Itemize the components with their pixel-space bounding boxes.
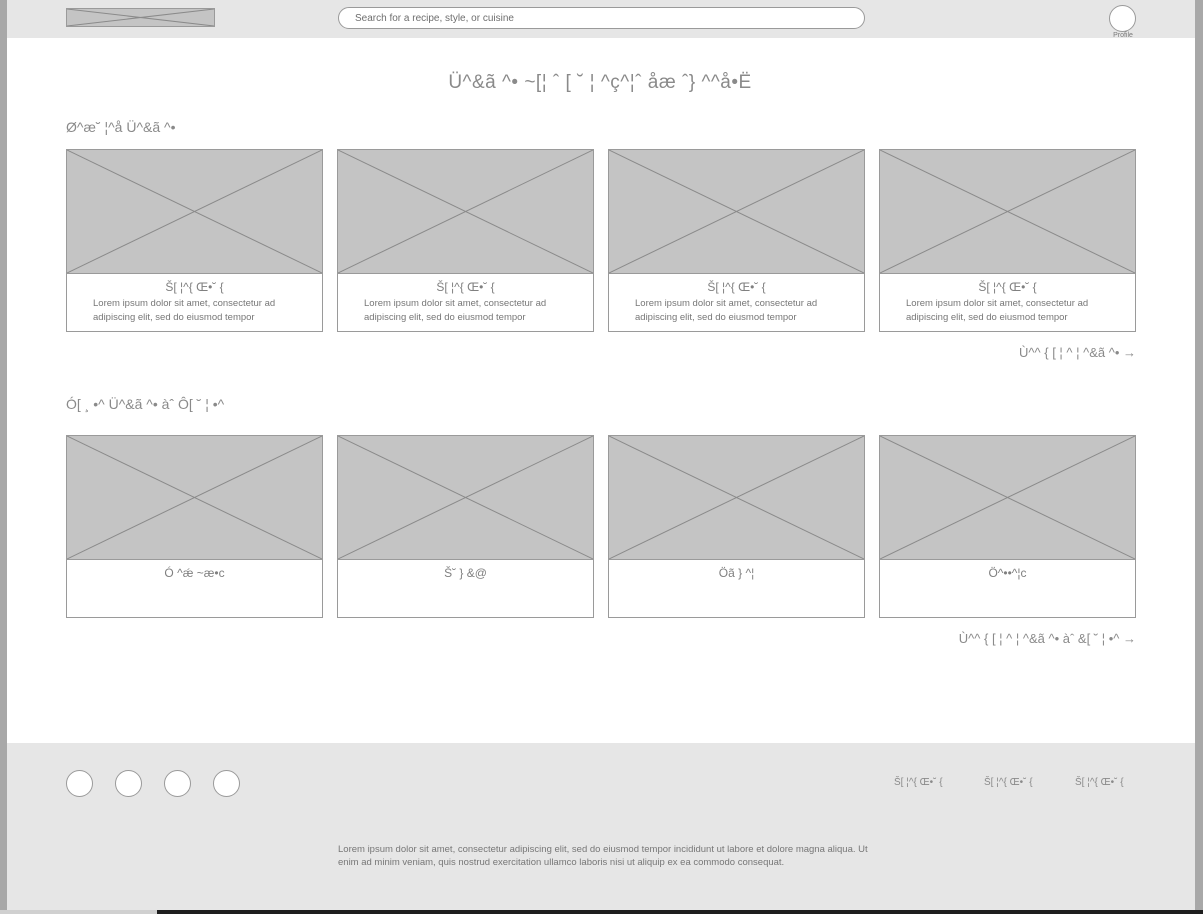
course-card-title: Ó ^ǽ ~æ•c	[164, 566, 225, 580]
taskbar-strip	[157, 910, 1203, 914]
recipe-card[interactable]: Š[ ¦^{ Œ•˘ { Lorem ipsum dolor sit amet,…	[337, 149, 594, 332]
popular-recipe-grid: Š[ ¦^{ Œ•˘ { Lorem ipsum dolor sit amet,…	[66, 149, 1136, 332]
footer-link[interactable]: Š[ ¦^{ Œ•˘ {	[1075, 777, 1124, 788]
course-image-placeholder	[67, 436, 322, 560]
image-placeholder-icon	[338, 436, 593, 559]
image-placeholder-icon	[880, 150, 1135, 273]
course-image-placeholder	[609, 436, 864, 560]
social-icon[interactable]	[115, 770, 142, 797]
course-card-title: Öã } ^¦	[718, 566, 755, 580]
course-card[interactable]: Š˘ } &@	[337, 435, 594, 618]
logo-image-icon	[67, 9, 214, 26]
logo-placeholder[interactable]	[66, 8, 215, 27]
image-placeholder-icon	[880, 436, 1135, 559]
window-bottom-strip	[0, 910, 1203, 914]
profile-avatar-button[interactable]	[1109, 5, 1136, 32]
social-icon[interactable]	[66, 770, 93, 797]
social-icon[interactable]	[164, 770, 191, 797]
footer-link[interactable]: Š[ ¦^{ Œ•˘ {	[894, 777, 943, 788]
footer-text: Lorem ipsum dolor sit amet, consectetur …	[338, 844, 868, 868]
footer-link[interactable]: Š[ ¦^{ Œ•˘ {	[984, 777, 1033, 788]
social-icon[interactable]	[213, 770, 240, 797]
profile-label: Profile	[1113, 32, 1133, 39]
image-placeholder-icon	[338, 150, 593, 273]
recipe-card-description: Lorem ipsum dolor sit amet, consectetur …	[906, 298, 1089, 323]
recipe-card[interactable]: Š[ ¦^{ Œ•˘ { Lorem ipsum dolor sit amet,…	[879, 149, 1136, 332]
image-placeholder-icon	[609, 436, 864, 559]
image-placeholder-icon	[67, 150, 322, 273]
footer: Š[ ¦^{ Œ•˘ { Š[ ¦^{ Œ•˘ { Š[ ¦^{ Œ•˘ { L…	[7, 743, 1195, 910]
course-image-placeholder	[880, 436, 1135, 560]
course-card-title: Š˘ } &@	[444, 566, 487, 580]
recipe-image-placeholder	[67, 150, 322, 274]
page-title: Ü^&ã ^• ~[¦ ˆ [ ˘ ¦ ^ç^¦ˆ åæ ˆ} ^^å•Ë	[448, 72, 752, 93]
recipe-card-title: Š[ ¦^{ Œ•˘ {	[978, 280, 1037, 294]
see-more-by-course-link[interactable]: Ù^^ { [ ¦ ^ ¦ ^&ã ^• àˆ &[ ˘ ¦ •^ →	[959, 631, 1136, 646]
image-placeholder-icon	[67, 436, 322, 559]
image-placeholder-icon	[609, 150, 864, 273]
recipe-image-placeholder	[880, 150, 1135, 274]
course-card-title: Ö^••^¦c	[988, 566, 1027, 580]
section-title-popular: Ø^æ˘ ¦^å Ü^&ã ^•	[66, 119, 176, 135]
recipe-card-title: Š[ ¦^{ Œ•˘ {	[165, 280, 224, 294]
recipe-card-title: Š[ ¦^{ Œ•˘ {	[707, 280, 766, 294]
course-card[interactable]: Öã } ^¦	[608, 435, 865, 618]
recipe-card-description: Lorem ipsum dolor sit amet, consectetur …	[635, 298, 818, 323]
see-more-recipes-link[interactable]: Ù^^ { [ ¦ ^ ¦ ^&ã ^• →	[1019, 345, 1136, 360]
recipe-card-title: Š[ ¦^{ Œ•˘ {	[436, 280, 495, 294]
course-card[interactable]: Ó ^ǽ ~æ•c	[66, 435, 323, 618]
recipe-image-placeholder	[609, 150, 864, 274]
recipe-card[interactable]: Š[ ¦^{ Œ•˘ { Lorem ipsum dolor sit amet,…	[608, 149, 865, 332]
course-card[interactable]: Ö^••^¦c	[879, 435, 1136, 618]
recipe-card-description: Lorem ipsum dolor sit amet, consectetur …	[93, 298, 276, 323]
browse-course-grid: Ó ^ǽ ~æ•c Š˘ } &@ Öã } ^¦ Ö^••^¦c	[66, 435, 1136, 618]
course-image-placeholder	[338, 436, 593, 560]
section-title-browse: Ó[ ¸ •^ Ü^&ã ^• àˆ Ô[ ˘ ¦ •^	[66, 396, 225, 412]
recipe-card-description: Lorem ipsum dolor sit amet, consectetur …	[364, 298, 547, 323]
recipe-card[interactable]: Š[ ¦^{ Œ•˘ { Lorem ipsum dolor sit amet,…	[66, 149, 323, 332]
recipe-image-placeholder	[338, 150, 593, 274]
header: Profile	[7, 0, 1195, 39]
search-input[interactable]	[338, 7, 865, 29]
